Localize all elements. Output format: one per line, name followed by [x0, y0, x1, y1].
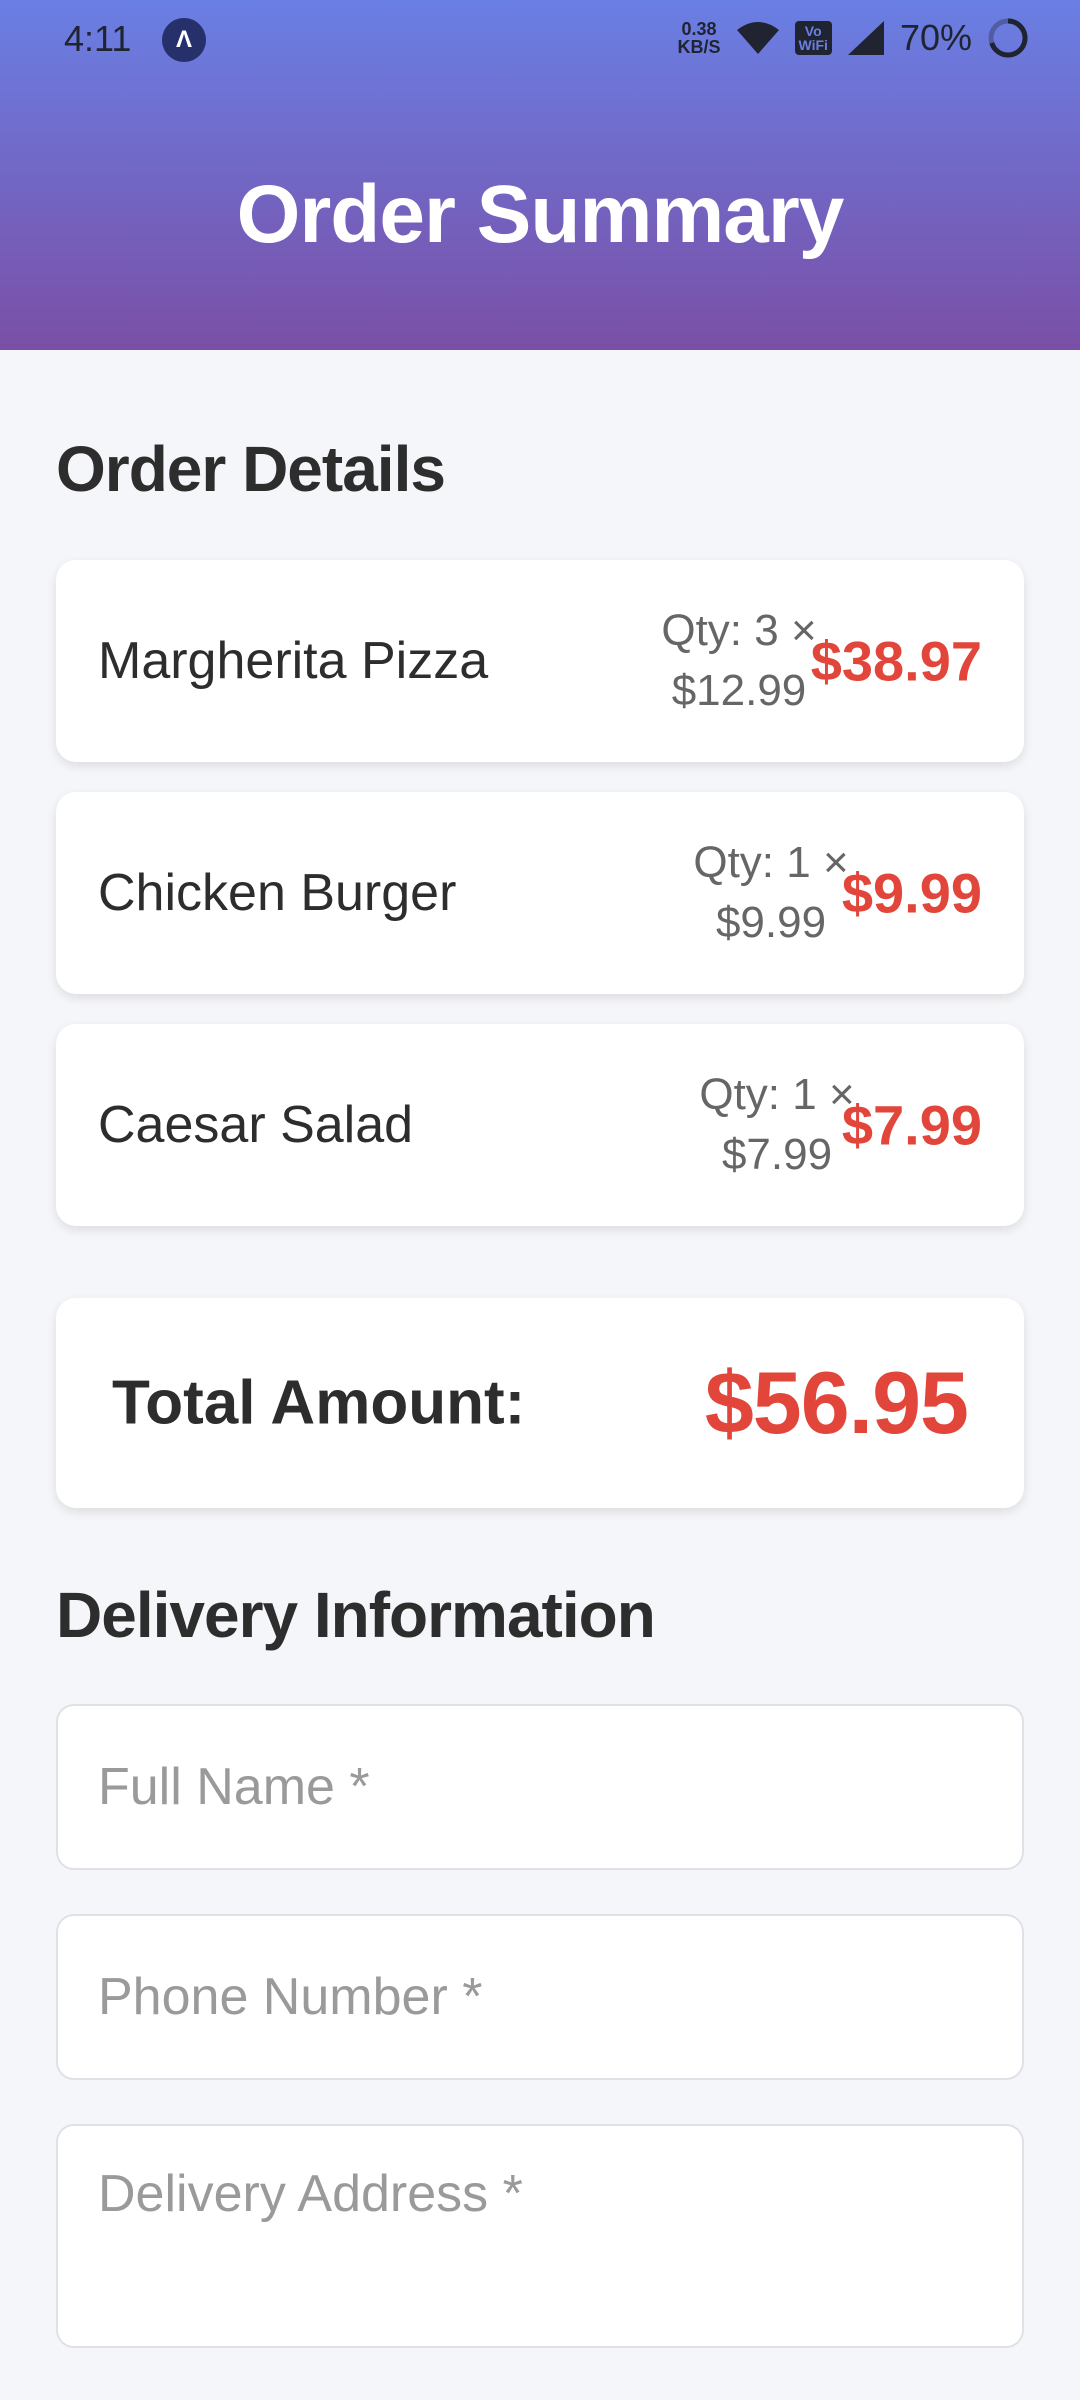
battery-icon: [988, 18, 1028, 58]
header: 4:11 Λ 0.38 KB/S Vo WiFi 70% Order Summa…: [0, 0, 1080, 350]
status-bar: 4:11 Λ 0.38 KB/S Vo WiFi 70%: [0, 0, 1080, 80]
wifi-icon: [736, 22, 779, 54]
network-speed: 0.38 KB/S: [677, 19, 721, 57]
order-item: Caesar Salad Qty: 1 × $7.99 $7.99: [56, 1024, 1024, 1226]
item-name: Caesar Salad: [98, 1096, 414, 1154]
delivery-info-title: Delivery Information: [56, 1579, 656, 1651]
full-name-input[interactable]: [56, 1704, 1024, 1870]
total-value: $56.95: [704, 1353, 969, 1452]
total-label: Total Amount:: [112, 1368, 526, 1438]
volte-icon: Vo WiFi: [794, 21, 832, 55]
status-time: 4:11: [64, 18, 132, 59]
order-item: Margherita Pizza Qty: 3 × $12.99 $38.97: [56, 560, 1024, 762]
item-total-price: $9.99: [841, 861, 982, 925]
item-name: Margherita Pizza: [98, 632, 489, 690]
status-icons: 0.38 KB/S Vo WiFi 70%: [678, 16, 1031, 60]
item-total-price: $7.99: [841, 1093, 982, 1157]
delivery-address-input[interactable]: [56, 2124, 1024, 2348]
phone-number-input[interactable]: [56, 1914, 1024, 2080]
page-title: Order Summary: [236, 169, 845, 260]
app-notification-icon: Λ: [162, 18, 206, 62]
total-card: Total Amount: $56.95: [56, 1298, 1024, 1508]
order-item: Chicken Burger Qty: 1 × $9.99 $9.99: [56, 792, 1024, 994]
battery-percent: 70%: [899, 17, 972, 58]
item-name: Chicken Burger: [98, 864, 457, 922]
item-total-price: $38.97: [810, 629, 982, 693]
signal-icon: [847, 21, 884, 55]
order-details-title: Order Details: [56, 433, 446, 505]
